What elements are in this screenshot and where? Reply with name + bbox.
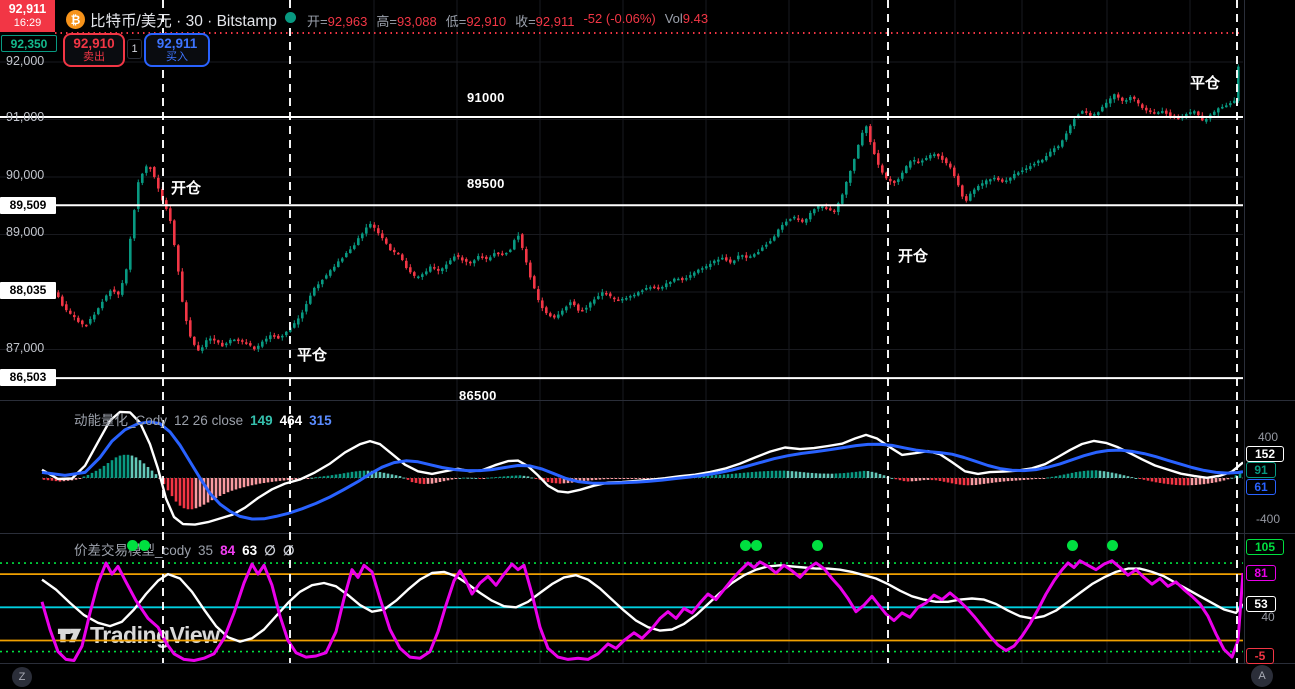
signal-dot-icon — [139, 540, 150, 551]
signal-dot-icon — [751, 540, 762, 551]
price-level-lines[interactable] — [0, 33, 1243, 378]
indicator1-params: 12 26 close — [174, 413, 243, 428]
volume-value: 9.43 — [683, 11, 708, 26]
buy-price: 92,911 — [157, 37, 198, 52]
indicator2-params: 35 — [198, 543, 213, 558]
high-value: 93,088 — [397, 14, 437, 29]
indicator2-legend[interactable]: 价差交易模型_cody 35 8463∅∅ — [74, 539, 302, 559]
indicator-axis-label: -400 — [1246, 512, 1290, 526]
chart-canvas[interactable] — [0, 0, 1295, 689]
low-value: 92,910 — [466, 14, 506, 29]
price-line-label: 91000 — [467, 90, 505, 105]
sell-price: 92,910 — [73, 37, 114, 52]
buy-button[interactable]: 92,911 买入 — [144, 33, 210, 67]
indicator-axis-badge: 61 — [1246, 479, 1276, 495]
price-level-badge: 88,035 — [0, 282, 56, 299]
close-label: 收= — [515, 14, 536, 29]
countdown-time: 16:29 — [14, 17, 42, 30]
candlestick-series — [57, 64, 1240, 353]
buy-label: 买入 — [166, 51, 188, 63]
bitcoin-icon: ₿ — [66, 10, 85, 29]
signal-dot-icon — [127, 540, 138, 551]
indicator-value: 149 — [250, 413, 273, 428]
last-price: 92,911 — [9, 2, 47, 16]
indicator-axis-label: 400 — [1246, 430, 1290, 444]
ohlc-readout: 开=92,963 高=93,088 低=92,910 收=92,911 -52 … — [307, 11, 708, 30]
open-label: 开= — [307, 14, 328, 29]
price-line-label: 89500 — [467, 176, 505, 191]
sell-button[interactable]: 92,910 卖出 — [63, 33, 125, 67]
price-line-label: 86500 — [459, 388, 497, 403]
indicator-value: 464 — [280, 413, 303, 428]
low-label: 低= — [446, 14, 467, 29]
price-axis-label: 91,000 — [6, 110, 44, 124]
change-value: -52 (-0.06%) — [583, 11, 655, 30]
symbol-title[interactable]: 比特币/美元 · 30 · Bitstamp — [90, 9, 277, 31]
pane-separators[interactable] — [0, 0, 1295, 663]
price-axis-label: 90,000 — [6, 168, 44, 182]
indicator1-values: 149 464 315 — [250, 413, 339, 428]
signal-dot-icon — [812, 540, 823, 551]
high-label: 高= — [376, 14, 397, 29]
volume-label: Vol — [665, 11, 683, 26]
indicator-axis-badge: 152 — [1246, 446, 1284, 462]
open-value: 92,963 — [328, 14, 368, 29]
sell-label: 卖出 — [83, 51, 105, 63]
close-value: 92,911 — [536, 14, 575, 29]
bid-price-badge: 92,350 — [1, 35, 57, 52]
indicator-axis-badge: 105 — [1246, 539, 1284, 555]
price-axis-label: 89,000 — [6, 225, 44, 239]
indicator2-values: 84 63 ∅ ∅ — [220, 543, 302, 559]
signal-dot-icon — [740, 540, 751, 551]
indicator-value: 84 — [220, 543, 235, 558]
price-level-badge: 89,509 — [0, 197, 56, 214]
oscillator-line-white — [42, 565, 1243, 641]
quantity-field[interactable]: 1 — [127, 39, 142, 59]
price-axis-label: 87,000 — [6, 341, 44, 355]
indicator-value: 315 — [309, 413, 332, 428]
indicator-axis-badge: -5 — [1246, 648, 1274, 664]
signal-dot-icon — [1067, 540, 1078, 551]
indicator-axis-badge: 81 — [1246, 565, 1276, 581]
indicator-axis-badge: 53 — [1246, 596, 1276, 612]
last-price-badge: 92,911 16:29 — [0, 0, 55, 32]
trade-annotation[interactable]: 平仓 — [297, 344, 327, 365]
indicator-axis-badge: 91 — [1246, 462, 1276, 478]
indicator-value: 63 — [242, 543, 257, 558]
macd-line-blue — [42, 422, 1243, 519]
indicator-value: ∅ — [264, 543, 276, 558]
oscillator-line-magenta — [42, 561, 1243, 661]
trade-annotation[interactable]: 开仓 — [171, 177, 201, 198]
price-level-badge: 86,503 — [0, 369, 56, 386]
indicator1-title: 动能量化_Cody — [74, 409, 167, 429]
signal-dot-icon — [1107, 540, 1118, 551]
price-axis-label: 92,000 — [6, 54, 44, 68]
trade-annotation[interactable]: 开仓 — [898, 245, 928, 266]
trading-app-window: TradingView 92,911 16:29 92,350 92,910 卖… — [0, 0, 1295, 689]
indicator-value: ∅ — [283, 543, 295, 558]
trade-annotation[interactable]: 平仓 — [1190, 72, 1220, 93]
indicator-axis-label: 40 — [1246, 610, 1290, 624]
market-status-icon — [285, 12, 296, 23]
indicator1-legend[interactable]: 动能量化_Cody 12 26 close 149 464 315 — [74, 409, 339, 429]
